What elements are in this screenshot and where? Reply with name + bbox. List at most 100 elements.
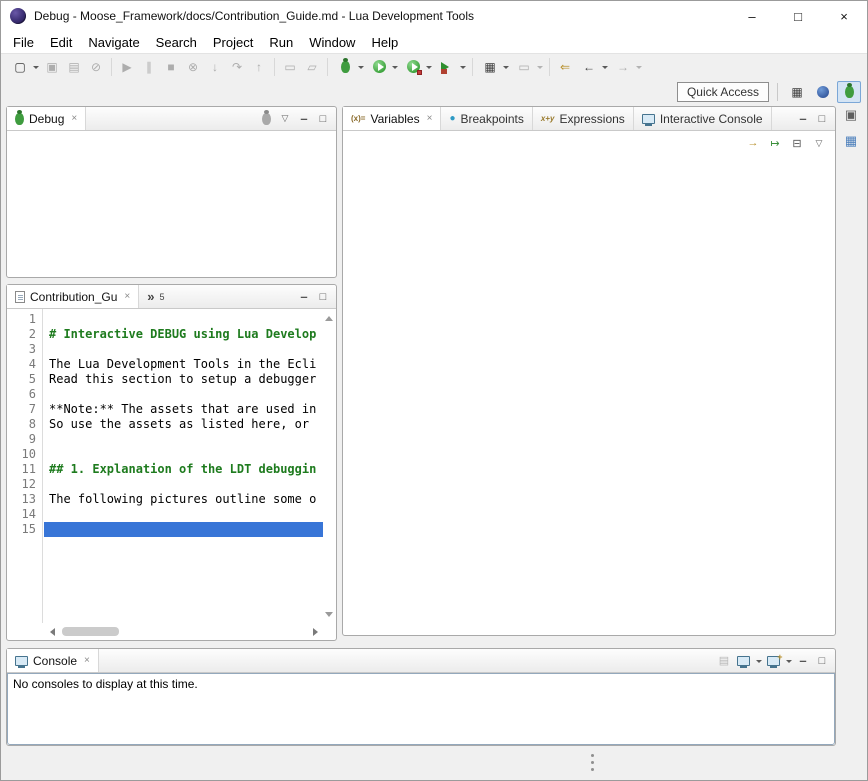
minimize-console-button[interactable]: –: [795, 653, 811, 669]
horizontal-scroll-thumb[interactable]: [62, 627, 119, 636]
code-line[interactable]: [44, 522, 323, 537]
editor-code-area[interactable]: # Interactive DEBUG using Lua Develop The…: [44, 309, 323, 623]
close-tab-icon[interactable]: ×: [71, 113, 77, 124]
display-selected-console-button[interactable]: [735, 653, 751, 669]
close-console-tab-icon[interactable]: ×: [84, 655, 90, 666]
maximize-debug-view-button[interactable]: □: [315, 111, 331, 127]
step-return-button[interactable]: ↑: [249, 57, 269, 77]
code-line[interactable]: [49, 387, 323, 402]
quick-access-input[interactable]: Quick Access: [677, 82, 769, 102]
code-line[interactable]: [49, 312, 323, 327]
step-over-button[interactable]: ↷: [227, 57, 247, 77]
minimized-view-button[interactable]: ▦: [845, 133, 857, 149]
open-console-dropdown-icon[interactable]: [786, 660, 792, 666]
open-perspective-button[interactable]: ▦: [785, 81, 809, 103]
tab-contribution-guide[interactable]: Contribution_Gu ×: [7, 285, 139, 308]
sash-grip-handle[interactable]: [591, 754, 594, 771]
hidden-editors-chevron[interactable]: »5: [139, 285, 172, 308]
mark-occurrences-button[interactable]: ▱: [302, 57, 322, 77]
coverage-dropdown-icon[interactable]: [426, 66, 432, 72]
minimize-editor-button[interactable]: –: [296, 289, 312, 305]
debug-perspective-button[interactable]: [837, 81, 861, 103]
menu-item-edit[interactable]: Edit: [42, 32, 80, 53]
code-line[interactable]: [49, 507, 323, 522]
menu-item-navigate[interactable]: Navigate: [80, 32, 147, 53]
terminate-button[interactable]: ■: [161, 57, 181, 77]
menu-item-help[interactable]: Help: [363, 32, 406, 53]
horizontal-scroll-track[interactable]: [56, 627, 311, 636]
debug-dropdown-icon[interactable]: [358, 66, 364, 72]
skip-breakpoints-button[interactable]: ⊘: [86, 57, 106, 77]
collapse-all-button[interactable]: ⊟: [789, 135, 805, 151]
print-button[interactable]: ▤: [64, 57, 84, 77]
run-button[interactable]: [368, 57, 398, 77]
scroll-left-icon[interactable]: [44, 625, 56, 638]
maximize-window-button[interactable]: □: [775, 1, 821, 31]
show-logical-structure-button[interactable]: ↦: [767, 135, 783, 151]
new-wizard-dropdown-icon[interactable]: [503, 66, 509, 72]
code-line[interactable]: The following pictures outline some o: [49, 492, 323, 507]
vertical-scrollbar[interactable]: [324, 312, 335, 621]
external-tools-dropdown-icon[interactable]: [460, 66, 466, 72]
tab-debug[interactable]: Debug ×: [7, 107, 86, 130]
code-line[interactable]: ## 1. Explanation of the LDT debuggin: [49, 462, 323, 477]
code-line[interactable]: The Lua Development Tools in the Ecli: [49, 357, 323, 372]
menu-item-project[interactable]: Project: [205, 32, 261, 53]
menu-item-run[interactable]: Run: [261, 32, 301, 53]
new-wizard-button[interactable]: ▦: [479, 57, 509, 77]
display-console-dropdown-icon[interactable]: [756, 660, 762, 666]
open-console-button[interactable]: +: [765, 653, 781, 669]
new-button[interactable]: ▢: [9, 57, 39, 77]
minimize-debug-view-button[interactable]: –: [296, 111, 312, 127]
minimize-variables-view-button[interactable]: –: [795, 111, 811, 127]
ldt-perspective-button[interactable]: [811, 81, 835, 103]
code-line[interactable]: [49, 432, 323, 447]
debug-view-menu-button[interactable]: ▽: [277, 111, 293, 127]
menu-item-search[interactable]: Search: [148, 32, 205, 53]
maximize-console-button[interactable]: □: [814, 653, 830, 669]
code-line[interactable]: [49, 477, 323, 492]
resume-button[interactable]: ▶: [117, 57, 137, 77]
save-button[interactable]: ▣: [42, 57, 62, 77]
code-line[interactable]: [49, 447, 323, 462]
tab-interactive-console[interactable]: Interactive Console: [634, 107, 772, 130]
back-button[interactable]: ←: [578, 57, 608, 77]
forward-button[interactable]: →: [612, 57, 642, 77]
maximize-editor-button[interactable]: □: [315, 289, 331, 305]
code-line[interactable]: # Interactive DEBUG using Lua Develop: [49, 327, 323, 342]
tab-console[interactable]: Console ×: [7, 649, 99, 672]
close-variables-tab-icon[interactable]: ×: [427, 113, 433, 124]
pin-console-button[interactable]: ▤: [716, 653, 732, 669]
menu-item-file[interactable]: File: [5, 32, 42, 53]
variables-view-menu-button[interactable]: ▽: [811, 135, 827, 151]
debug-button[interactable]: [334, 57, 364, 77]
horizontal-scrollbar[interactable]: [44, 625, 323, 638]
forward-dropdown-icon[interactable]: [636, 66, 642, 72]
restore-minimized-view-button[interactable]: ▣: [845, 107, 857, 123]
scroll-down-icon[interactable]: [325, 612, 333, 621]
use-step-filters-button[interactable]: ▭: [280, 57, 300, 77]
coverage-button[interactable]: [402, 57, 432, 77]
close-window-button[interactable]: ×: [821, 1, 867, 31]
pin-editor-dropdown-icon[interactable]: [537, 66, 543, 72]
new-dropdown-icon[interactable]: [33, 66, 39, 72]
disconnect-button[interactable]: ⊗: [183, 57, 203, 77]
code-line[interactable]: So use the assets as listed here, or: [49, 417, 323, 432]
remove-terminated-button[interactable]: [258, 111, 274, 127]
code-line[interactable]: Read this section to setup a debugger: [49, 372, 323, 387]
code-line[interactable]: [49, 342, 323, 357]
menu-item-window[interactable]: Window: [301, 32, 363, 53]
external-tools-button[interactable]: [436, 57, 466, 77]
maximize-variables-view-button[interactable]: □: [814, 111, 830, 127]
last-edit-location-button[interactable]: ⇐: [555, 57, 575, 77]
scroll-right-icon[interactable]: [311, 625, 323, 638]
minimize-window-button[interactable]: –: [729, 1, 775, 31]
pin-editor-button[interactable]: ▭: [513, 57, 543, 77]
suspend-button[interactable]: ∥: [139, 57, 159, 77]
scroll-up-icon[interactable]: [325, 312, 333, 321]
tab-variables[interactable]: (x)= Variables ×: [343, 107, 441, 130]
show-type-names-button[interactable]: →: [745, 135, 761, 151]
back-dropdown-icon[interactable]: [602, 66, 608, 72]
tab-expressions[interactable]: x+y Expressions: [533, 107, 634, 130]
code-line[interactable]: **Note:** The assets that are used in: [49, 402, 323, 417]
